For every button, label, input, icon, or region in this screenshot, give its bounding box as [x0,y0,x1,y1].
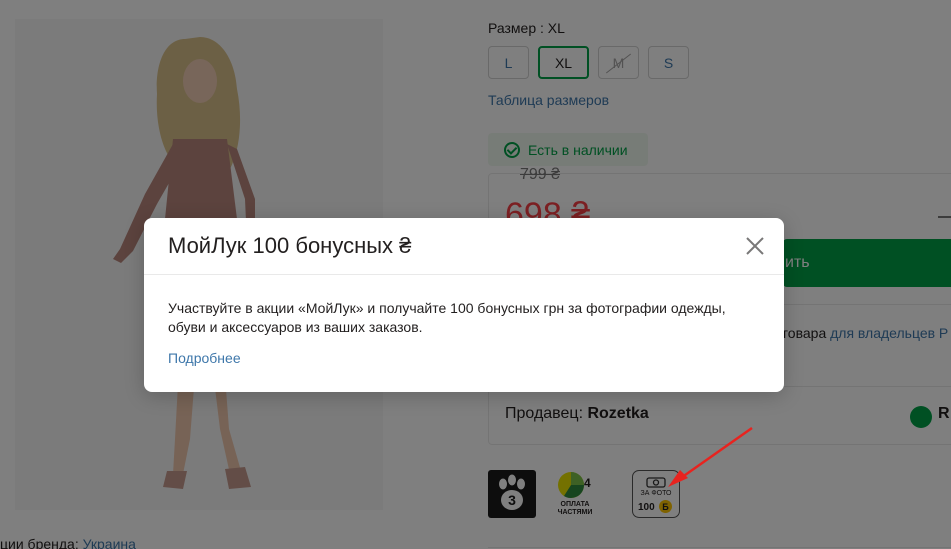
modal-body: Участвуйте в акции «МойЛук» и получайте … [144,275,784,368]
modal-title: МойЛук 100 бонусных ₴ [168,233,412,258]
moylook-bonus-modal: МойЛук 100 бонусных ₴ Участвуйте в акции… [144,218,784,392]
more-details-link[interactable]: Подробнее [168,350,241,366]
modal-description: Участвуйте в акции «МойЛук» и получайте … [168,300,726,335]
modal-header: МойЛук 100 бонусных ₴ [144,218,784,275]
close-icon[interactable] [744,235,766,257]
annotation-arrow-icon [668,426,753,487]
